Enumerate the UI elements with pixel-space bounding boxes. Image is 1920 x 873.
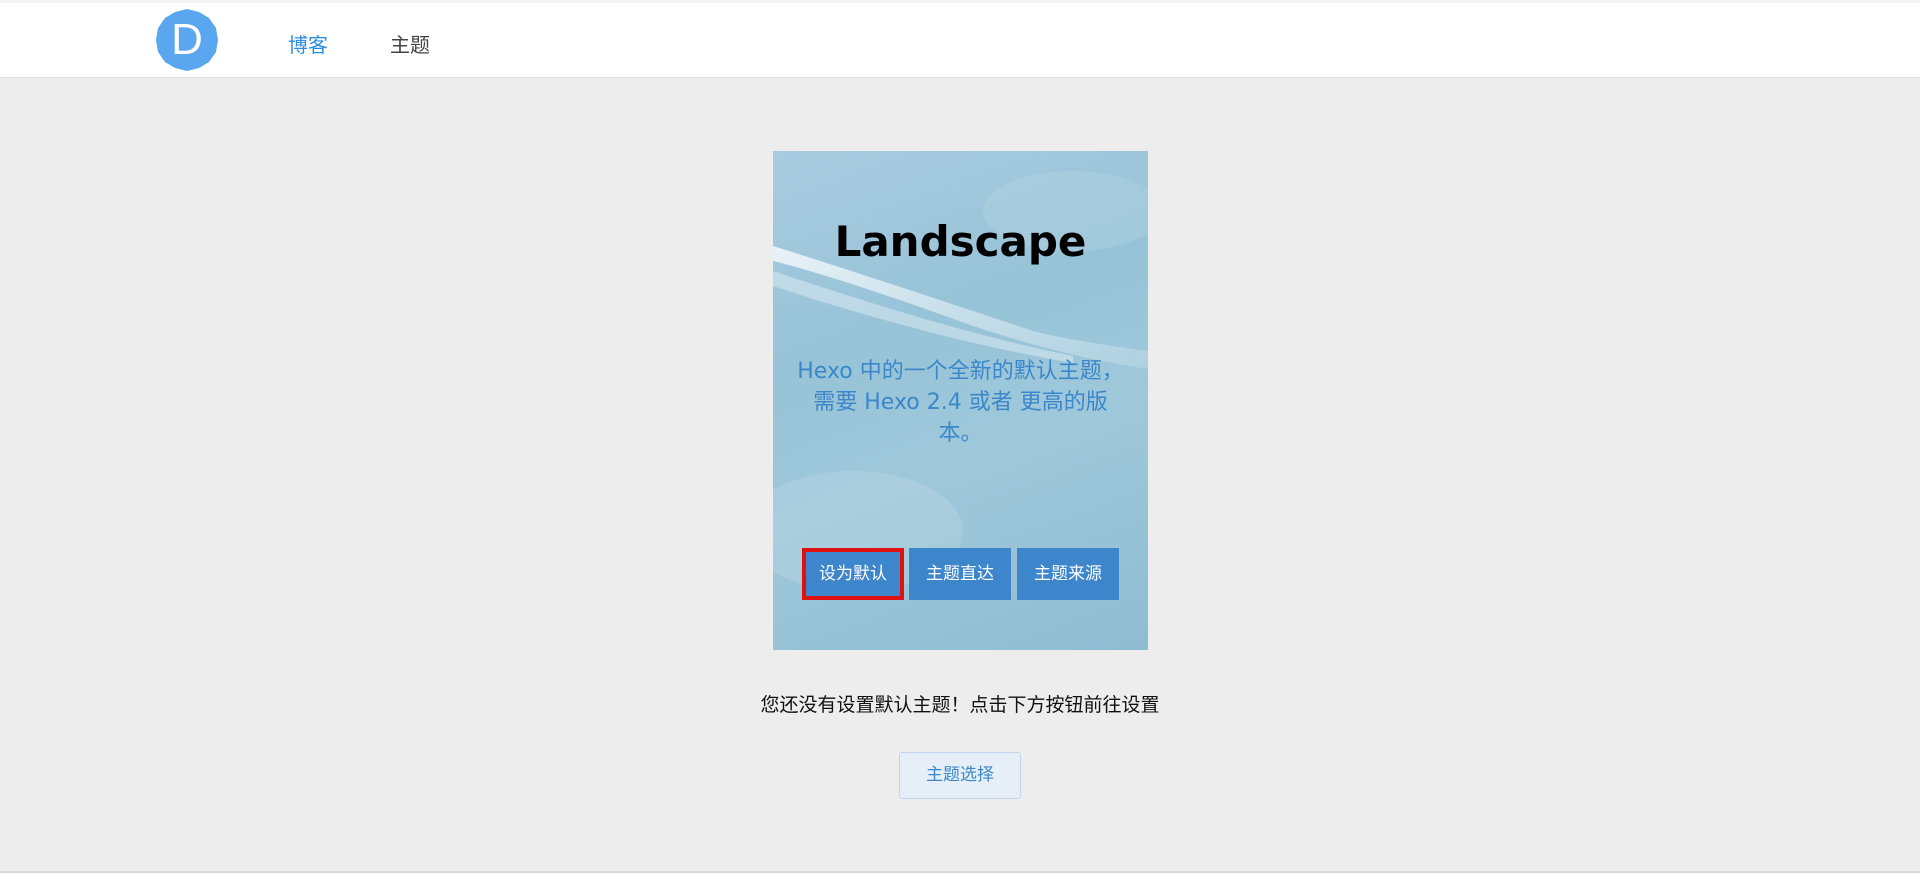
theme-direct-button[interactable]: 主题直达 — [909, 548, 1011, 600]
theme-source-button[interactable]: 主题来源 — [1017, 548, 1119, 600]
theme-title: Landscape — [834, 217, 1087, 266]
theme-description: Hexo 中的一个全新的默认主题，需要 Hexo 2.4 或者 更高的版本。 — [797, 359, 1124, 446]
nav-item-theme[interactable]: 主题 — [390, 29, 430, 58]
theme-select-button[interactable]: 主题选择 — [899, 752, 1021, 799]
set-default-button[interactable]: 设为默认 — [802, 548, 904, 600]
logo-letter: D — [171, 15, 203, 64]
theme-card: Landscape Hexo 中的一个全新的默认主题，需要 Hexo 2.4 或… — [773, 151, 1148, 650]
nav-item-blog[interactable]: 博客 — [288, 29, 328, 58]
no-default-theme-notice: 您还没有设置默认主题！点击下方按钮前往设置 — [760, 694, 1160, 716]
site-logo[interactable]: D — [155, 8, 219, 72]
top-nav-bar: D 博客 主题 — [0, 0, 1920, 78]
